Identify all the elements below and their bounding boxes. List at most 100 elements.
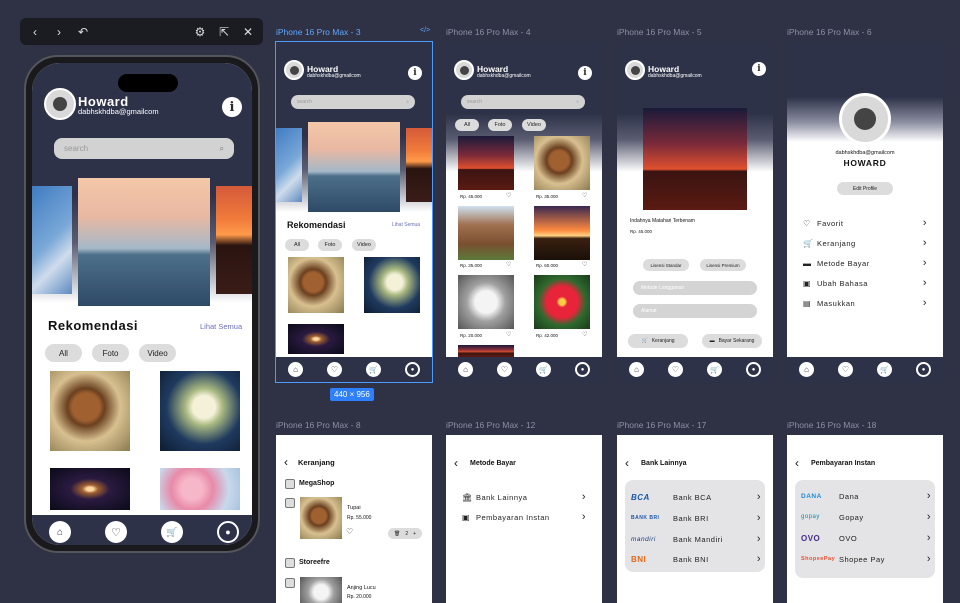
heart-icon[interactable]: ♡	[346, 527, 353, 536]
search-input[interactable]: search ⌕	[54, 138, 234, 159]
option-pembayaran-instan[interactable]: ▣ Pembayaran Instan ›	[462, 511, 586, 523]
heart-icon[interactable]: ♡	[668, 362, 683, 377]
home-icon[interactable]: ⌂	[458, 362, 473, 377]
info-icon[interactable]: i	[752, 62, 766, 76]
instant-gopay[interactable]: gopay Gopay ›	[801, 511, 931, 523]
cart-icon[interactable]: 🛒	[536, 362, 551, 377]
back-icon[interactable]: ‹	[284, 455, 288, 469]
forward-icon[interactable]: ›	[52, 25, 66, 39]
chip-all[interactable]: All	[45, 344, 82, 362]
avatar[interactable]	[839, 93, 891, 145]
avatar[interactable]	[44, 88, 76, 120]
license-premium-button[interactable]: Lisensi Premium	[700, 259, 746, 271]
menu-masukkan[interactable]: ▤ Masukkan ›	[803, 297, 927, 309]
menu-favorit[interactable]: ♡ Favorit ›	[803, 217, 927, 229]
heart-icon[interactable]: ♡	[506, 192, 511, 199]
frame-label-12[interactable]: iPhone 16 Pro Max - 12	[446, 420, 535, 430]
cart-icon[interactable]: 🛒	[161, 521, 183, 543]
info-icon[interactable]: i	[578, 66, 592, 80]
cart-icon[interactable]: 🛒	[707, 362, 722, 377]
profile-icon[interactable]: ●	[575, 362, 590, 377]
info-icon[interactable]: i	[222, 97, 242, 117]
instant-ovo[interactable]: OVO OVO ›	[801, 532, 931, 544]
frame-label-17[interactable]: iPhone 16 Pro Max - 17	[617, 420, 706, 430]
license-standard-button[interactable]: Lisensi Standar	[643, 259, 689, 271]
search-input[interactable]: search ⌕	[291, 95, 415, 109]
item-checkbox[interactable]	[285, 498, 295, 508]
bank-bri[interactable]: BANK BRI Bank BRI ›	[631, 512, 761, 524]
cart-icon[interactable]: 🛒	[877, 362, 892, 377]
frame-label-6[interactable]: iPhone 16 Pro Max - 6	[787, 27, 872, 37]
chip-video[interactable]: Video	[139, 344, 176, 362]
heart-icon[interactable]: ♡	[582, 331, 587, 338]
pay-now-button[interactable]: ▬ Bayar Sekarang	[702, 334, 762, 348]
subscription-field[interactable]: Metode Langganan	[633, 281, 757, 295]
profile-icon[interactable]: ●	[217, 521, 239, 543]
chip-foto[interactable]: Foto	[92, 344, 129, 362]
carousel-image-center[interactable]	[78, 178, 210, 306]
shop-checkbox[interactable]	[285, 558, 295, 568]
back-icon[interactable]: ‹	[28, 25, 42, 39]
option-bank-lainnya[interactable]: 🏛 Bank Lainnya ›	[462, 491, 586, 503]
home-icon[interactable]: ⌂	[288, 362, 303, 377]
search-input[interactable]: search ⌕	[461, 95, 585, 109]
settings-icon[interactable]: ⚙	[193, 25, 207, 39]
bank-bca[interactable]: BCA Bank BCA ›	[631, 491, 761, 503]
frame-18[interactable]: ‹ Pembayaran Instan DANA Dana › gopay Gopay…	[787, 435, 943, 603]
frame-label-18[interactable]: iPhone 16 Pro Max - 18	[787, 420, 876, 430]
heart-icon[interactable]: ♡	[506, 331, 511, 338]
frame-label-4[interactable]: iPhone 16 Pro Max - 4	[446, 27, 531, 37]
back-icon[interactable]: ‹	[795, 456, 799, 470]
add-to-cart-button[interactable]: 🛒 Keranjang	[628, 334, 688, 348]
photo-squirrel[interactable]	[50, 371, 130, 451]
menu-ubah-bahasa[interactable]: ▣ Ubah Bahasa ›	[803, 277, 927, 289]
carousel-image-left[interactable]	[32, 186, 72, 294]
info-icon[interactable]: i	[408, 66, 422, 80]
open-external-icon[interactable]: ⇱	[217, 25, 231, 39]
carousel-image-right[interactable]	[216, 186, 252, 294]
photo-blossom[interactable]	[160, 468, 240, 510]
frame-12[interactable]: ‹ Metode Bayar 🏛 Bank Lainnya › ▣ Pembayara…	[446, 435, 602, 603]
frame-label-3[interactable]: iPhone 16 Pro Max - 3	[276, 27, 361, 37]
instant-shopeepay[interactable]: ShopeePay Shopee Pay ›	[801, 553, 931, 565]
heart-icon[interactable]: ♡	[506, 261, 511, 268]
detail-image[interactable]	[643, 108, 747, 210]
frame-6[interactable]: dabhskhdba@gmailcom HOWARD Edit Profile …	[787, 42, 943, 382]
photo-catkin[interactable]	[160, 371, 240, 451]
frame-3[interactable]: Howard dabhskhdba@gmailcom i search ⌕ Rek…	[275, 41, 433, 383]
quantity-stepper[interactable]: 🗑 2 +	[388, 528, 422, 539]
home-icon[interactable]: ⌂	[629, 362, 644, 377]
photo-galaxy[interactable]	[50, 468, 130, 510]
frame-label-5[interactable]: iPhone 16 Pro Max - 5	[617, 27, 702, 37]
heart-icon[interactable]: ♡	[582, 192, 587, 199]
profile-icon[interactable]: ●	[746, 362, 761, 377]
menu-metode-bayar[interactable]: ▬ Metode Bayar ›	[803, 257, 927, 269]
heart-icon[interactable]: ♡	[838, 362, 853, 377]
edit-profile-button[interactable]: Edit Profile	[837, 182, 893, 195]
frame-8[interactable]: ‹ Keranjang MegaShop Tupai Rp. 55.000 ♡ …	[276, 435, 432, 603]
address-field[interactable]: Alamat	[633, 304, 757, 318]
frame-5[interactable]: Howard dabhskhdba@gmailcom i Indahnya Ma…	[617, 42, 773, 382]
bank-mandiri[interactable]: mandiri Bank Mandiri ›	[631, 533, 761, 545]
frame-17[interactable]: ‹ Bank Lainnya BCA Bank BCA › BANK BRI Bank…	[617, 435, 773, 603]
close-icon[interactable]: ✕	[241, 25, 255, 39]
heart-icon[interactable]: ♡	[105, 521, 127, 543]
home-icon[interactable]: ⌂	[49, 521, 71, 543]
bank-bni[interactable]: BNI Bank BNI ›	[631, 553, 761, 565]
heart-icon[interactable]: ♡	[582, 261, 587, 268]
cart-icon[interactable]: 🛒	[366, 362, 381, 377]
undo-icon[interactable]: ↶	[76, 25, 90, 39]
home-icon[interactable]: ⌂	[799, 362, 814, 377]
menu-keranjang[interactable]: 🛒 Keranjang ›	[803, 237, 927, 249]
see-all-link[interactable]: Lihat Semua	[200, 322, 242, 331]
instant-dana[interactable]: DANA Dana ›	[801, 490, 931, 502]
profile-icon[interactable]: ●	[405, 362, 420, 377]
heart-icon[interactable]: ♡	[497, 362, 512, 377]
back-icon[interactable]: ‹	[625, 456, 629, 470]
code-icon[interactable]: </>	[420, 27, 430, 34]
avatar[interactable]	[284, 60, 304, 80]
back-icon[interactable]: ‹	[454, 456, 458, 470]
heart-icon[interactable]: ♡	[327, 362, 342, 377]
profile-icon[interactable]: ●	[916, 362, 931, 377]
item-checkbox[interactable]	[285, 578, 295, 588]
